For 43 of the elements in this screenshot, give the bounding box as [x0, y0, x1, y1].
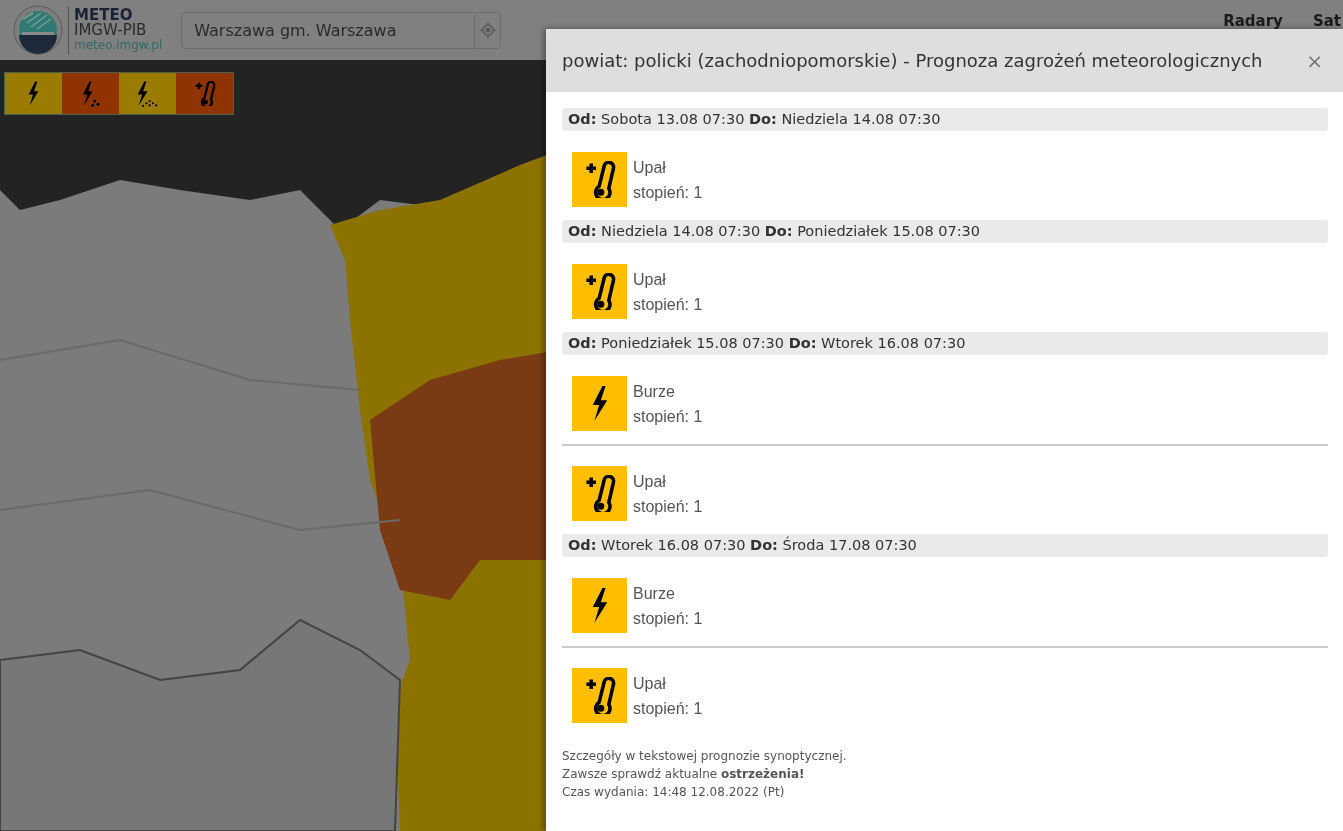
warning-filter-button[interactable]: [62, 73, 119, 114]
warning-name: Upał: [633, 674, 667, 694]
footer-text: Czas wydania: 14:48 12.08.2022 (Pt): [562, 784, 786, 801]
crosshair-icon: [479, 22, 496, 38]
nav-link[interactable]: Sat: [1312, 12, 1341, 30]
lightning-rain-icon: [137, 80, 158, 107]
lightning-icon: [28, 81, 39, 106]
thermometer-plus-icon: [583, 677, 616, 714]
thermometer-plus-icon: [583, 475, 616, 512]
warning-name: Burze: [633, 382, 676, 402]
modal-title: powiat: policki (zachodniopomorskie) - Prognoza zagrożeń meteorologicznych: [562, 50, 1264, 71]
lightning-icon: [591, 385, 608, 422]
warning-level: stopień: 1: [633, 699, 703, 719]
period-header: Od: Niedziela 14.08 07:30 Do: Poniedziałek 15.08 07:30: [562, 220, 1328, 243]
close-button[interactable]: ×: [1302, 48, 1327, 73]
locate-button[interactable]: [475, 11, 502, 49]
period-header: Od: Poniedziałek 15.08 07:30 Do: Wtorek 16.08 07:30: [562, 332, 1328, 355]
warning-level: stopień: 1: [633, 609, 703, 629]
warning-filter-button[interactable]: [176, 73, 233, 114]
footer-text: Zawsze sprawdź aktualne ostrzeżenia!: [562, 766, 806, 783]
warning-name: Burze: [633, 584, 676, 604]
lightning-hail-icon: [81, 80, 100, 107]
warning-level: stopień: 1: [633, 295, 703, 315]
warning-name: Upał: [633, 472, 667, 492]
period-header: Od: Wtorek 16.08 07:30 Do: Środa 17.08 07:30: [562, 534, 1328, 557]
warning-level: stopień: 1: [633, 407, 703, 427]
brand-title: METEO: [74, 7, 133, 23]
search-field[interactable]: Warszawa gm. Warszawa: [181, 11, 476, 49]
warning-name: Upał: [633, 158, 667, 178]
footer-text: Szczegóły w tekstowej prognozie synoptycznej.: [562, 748, 848, 765]
warning-level: stopień: 1: [633, 183, 703, 203]
warning-filter-button[interactable]: [5, 73, 62, 114]
period-header: Od: Sobota 13.08 07:30 Do: Niedziela 14.08 07:30: [562, 108, 1328, 131]
warning-filter-button[interactable]: [119, 73, 176, 114]
thermometer-plus-icon: [583, 273, 616, 310]
logo-icon: [13, 5, 63, 55]
warning-level: stopień: 1: [633, 497, 703, 517]
lightning-icon: [591, 587, 608, 624]
thermometer-plus-icon: [193, 81, 216, 106]
warning-name: Upał: [633, 270, 667, 290]
thermometer-plus-icon: [583, 161, 616, 198]
brand-subtitle: IMGW-PIB: [74, 22, 148, 38]
nav-link[interactable]: Radary: [1223, 12, 1283, 30]
